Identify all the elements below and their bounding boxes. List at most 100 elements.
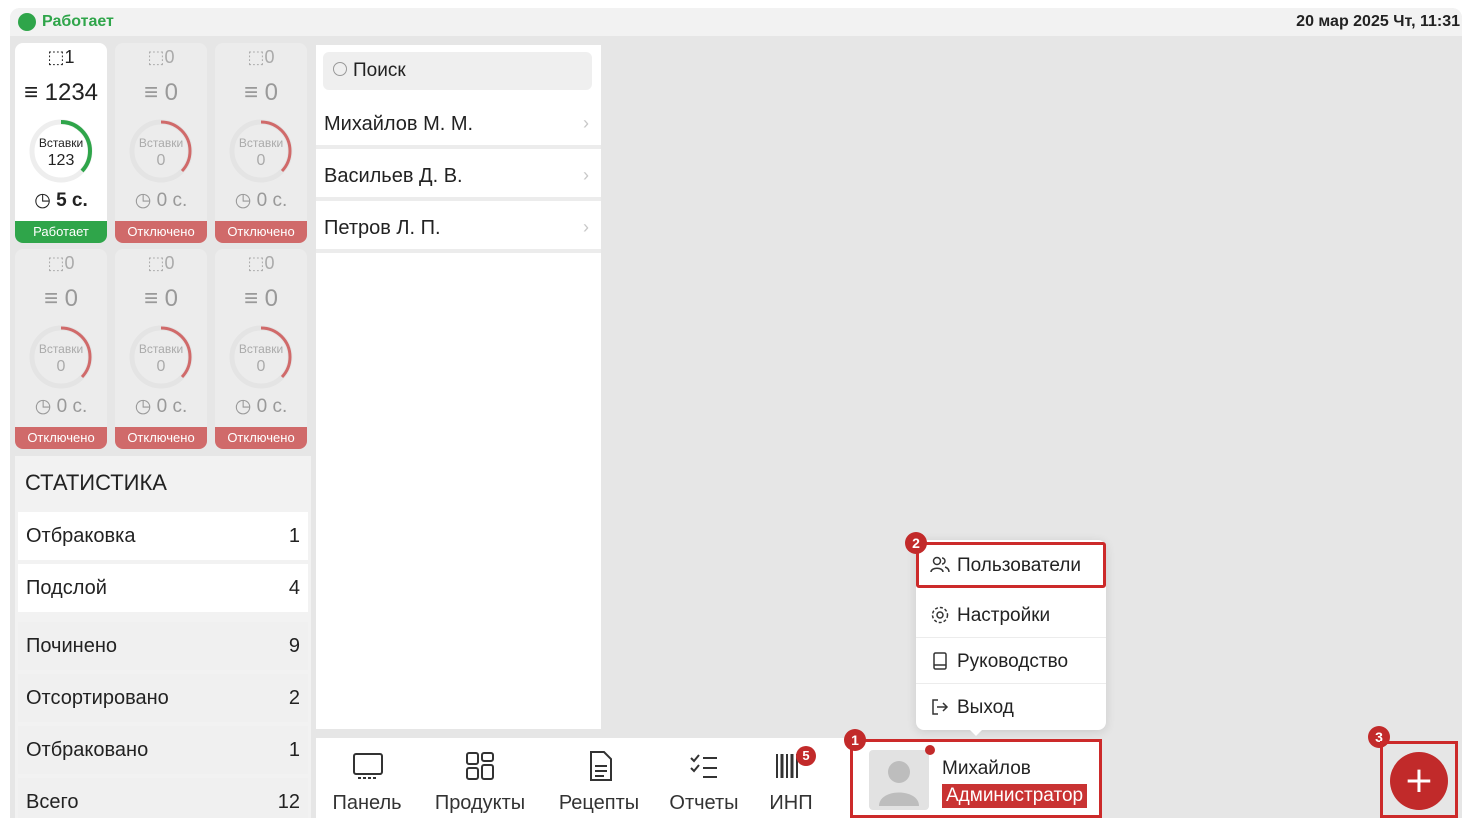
- station-layers: ≡ 0: [43, 285, 79, 312]
- scan-icon: ⬚: [247, 47, 265, 67]
- station-card-5[interactable]: ⬚0 ≡ 0 Вставки 0 ◷ 0 с. Отключено: [115, 249, 207, 449]
- stats-row: Отсортировано 2: [18, 674, 308, 722]
- station-status-badge: Отключено: [15, 427, 107, 449]
- inserts-gauge: Вставки 123: [28, 118, 94, 184]
- user-list-item[interactable]: Васильев Д. В. ›: [316, 151, 601, 201]
- station-counter: ⬚0: [47, 253, 75, 273]
- grid-icon: [466, 752, 494, 780]
- station-counter: ⬚1: [47, 47, 75, 67]
- stats-row: Всего 12: [18, 778, 308, 818]
- inserts-gauge: Вставки 0: [128, 118, 194, 184]
- nav-item-recipes[interactable]: Рецепты: [550, 738, 648, 818]
- scan-icon: ⬚: [147, 47, 165, 67]
- status-text: Работает: [42, 13, 114, 30]
- user-list-panel: Михайлов М. М.› Васильев Д. В.› Петров Л…: [316, 45, 601, 729]
- clock-icon: ◷: [234, 190, 252, 211]
- add-button[interactable]: +: [1390, 752, 1448, 810]
- station-card-4[interactable]: ⬚0 ≡ 0 Вставки 0 ◷ 0 с. Отключено: [15, 249, 107, 449]
- chevron-right-icon: ›: [583, 165, 589, 185]
- app-window: Работает 20 мар 2025 Чт, 11:31 ⬚1 ≡ 1234…: [10, 8, 1462, 818]
- station-time: ◷ 0 с.: [234, 190, 288, 211]
- station-status-badge: Отключено: [215, 221, 307, 243]
- nav-item-inp[interactable]: 5 ИНП: [760, 738, 822, 818]
- stats-row: Отбраковано 1: [18, 726, 308, 774]
- station-card-1[interactable]: ⬚1 ≡ 1234 Вставки 123 ◷ 5 с. Работает: [15, 43, 107, 243]
- station-card-3[interactable]: ⬚0 ≡ 0 Вставки 0 ◷ 0 с. Отключено: [215, 43, 307, 243]
- user-silhouette-icon: [879, 761, 919, 806]
- station-time: ◷ 0 с.: [34, 396, 88, 417]
- station-grid: ⬚1 ≡ 1234 Вставки 123 ◷ 5 с. Работает ⬚0…: [15, 43, 311, 449]
- menu-caret: [968, 728, 984, 736]
- station-counter: ⬚0: [247, 253, 275, 273]
- scan-icon: ⬚: [47, 253, 65, 273]
- station-time: ◷ 0 с.: [134, 190, 188, 211]
- station-time: ◷ 5 с.: [34, 190, 88, 211]
- status-indicator-icon: [18, 13, 36, 31]
- stats-row: Подслой 4: [18, 564, 308, 612]
- statistics-panel: СТАТИСТИКА Отбраковка 1 Подслой 4 Починено…: [15, 456, 311, 818]
- profile-button[interactable]: Михайлов Администратор: [850, 739, 1102, 818]
- station-layers: ≡ 0: [143, 79, 179, 106]
- user-list-item[interactable]: Михайлов М. М. ›: [316, 99, 601, 149]
- clock-icon: ◷: [34, 396, 52, 417]
- layers-icon: ≡: [243, 79, 258, 106]
- monitor-icon: [353, 753, 383, 779]
- document-icon: [590, 751, 612, 781]
- station-layers: ≡ 1234: [23, 79, 99, 106]
- fab-highlight: +: [1380, 741, 1458, 818]
- avatar: [869, 750, 929, 810]
- scan-icon: ⬚: [247, 253, 265, 273]
- station-card-6[interactable]: ⬚0 ≡ 0 Вставки 0 ◷ 0 с. Отключено: [215, 249, 307, 449]
- scan-icon: ⬚: [147, 253, 165, 273]
- statistics-title: СТАТИСТИКА: [25, 470, 167, 495]
- menu-item-settings[interactable]: Настройки: [916, 592, 1106, 638]
- station-layers: ≡ 0: [243, 285, 279, 312]
- nav-item-panel[interactable]: Панель: [324, 738, 410, 818]
- search-input[interactable]: [353, 58, 583, 84]
- station-time: ◷ 0 с.: [134, 396, 188, 417]
- nav-item-products[interactable]: Продукты: [424, 738, 536, 818]
- datetime: 20 мар 2025 Чт, 11:31: [1296, 13, 1460, 30]
- inserts-gauge: Вставки 0: [128, 324, 194, 390]
- step-marker-1: 1: [844, 729, 866, 751]
- station-layers: ≡ 0: [143, 285, 179, 312]
- menu-item-manual[interactable]: Руководство: [916, 638, 1106, 684]
- nav-item-reports[interactable]: Отчеты: [660, 738, 748, 818]
- stats-row: Починено 9: [18, 622, 308, 670]
- notification-badge: 5: [796, 746, 816, 766]
- layers-icon: ≡: [143, 285, 158, 312]
- inserts-gauge: Вставки 0: [228, 118, 294, 184]
- notification-dot: [925, 745, 935, 755]
- clock-icon: ◷: [134, 190, 152, 211]
- layers-icon: ≡: [243, 285, 258, 312]
- layers-icon: ≡: [143, 79, 158, 106]
- search-box: [323, 52, 592, 90]
- layers-icon: ≡: [23, 79, 38, 106]
- inserts-gauge: Вставки 0: [228, 324, 294, 390]
- clock-icon: ◷: [134, 396, 152, 417]
- step-marker-2: 2: [905, 532, 927, 554]
- inserts-gauge: Вставки 0: [28, 324, 94, 390]
- clock-icon: ◷: [34, 190, 51, 211]
- station-counter: ⬚0: [247, 47, 275, 67]
- station-counter: ⬚0: [147, 47, 175, 67]
- scan-icon: ⬚: [47, 47, 65, 67]
- clock-icon: ◷: [234, 396, 252, 417]
- menu-item-users[interactable]: Пользователи: [916, 542, 1106, 588]
- search-icon: [333, 62, 347, 76]
- checklist-icon: [690, 754, 717, 778]
- menu-item-logout[interactable]: Выход: [916, 684, 1106, 730]
- user-list-item[interactable]: Петров Л. П. ›: [316, 203, 601, 253]
- station-status-badge: Отключено: [215, 427, 307, 449]
- logout-icon: [932, 699, 949, 715]
- chevron-right-icon: ›: [583, 217, 589, 237]
- station-status-badge: Отключено: [115, 221, 207, 243]
- station-card-2[interactable]: ⬚0 ≡ 0 Вставки 0 ◷ 0 с. Отключено: [115, 43, 207, 243]
- chevron-right-icon: ›: [583, 113, 589, 133]
- station-layers: ≡ 0: [243, 79, 279, 106]
- bottom-nav: Панель Продукты Рецепты Отчеты 5 ИНП: [316, 738, 850, 818]
- station-status-badge: Работает: [15, 221, 107, 243]
- stats-row: Отбраковка 1: [18, 512, 308, 560]
- gear-icon: [931, 606, 949, 624]
- station-status-badge: Отключено: [115, 427, 207, 449]
